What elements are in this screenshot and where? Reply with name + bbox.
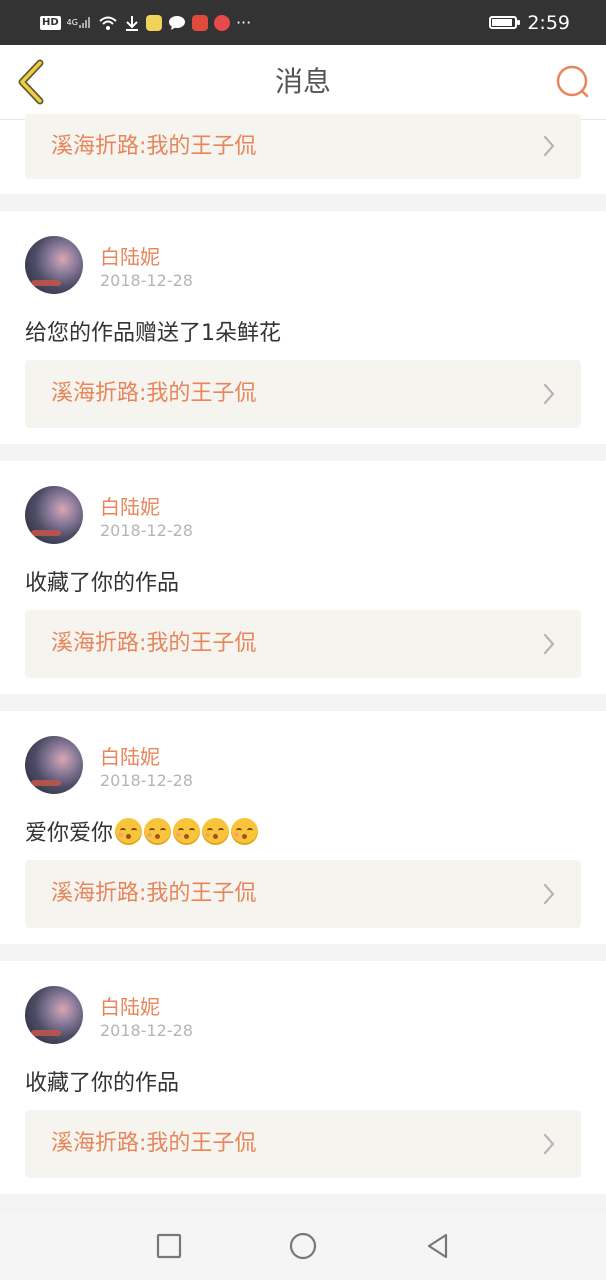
work-link-text: 溪海折路:我的王子侃	[51, 381, 257, 406]
battery-icon	[489, 16, 521, 29]
home-circle-icon[interactable]	[289, 1232, 317, 1260]
avatar[interactable]	[25, 236, 83, 294]
message-text-content: 爱你爱你	[25, 821, 114, 846]
work-link[interactable]: 溪海折路:我的王子侃	[25, 1110, 581, 1178]
kissing-face-icon	[173, 817, 201, 845]
chevron-right-icon	[543, 883, 555, 905]
message-text: 爱你爱你	[25, 815, 259, 847]
chat-icon	[168, 15, 186, 31]
app-header: 消息	[0, 45, 606, 120]
app-icon-1	[145, 14, 162, 31]
message-text: 收藏了你的作品	[25, 1065, 179, 1097]
user-name[interactable]: 白陆妮	[100, 741, 160, 770]
message-card-partial: 溪海折路:我的王子侃	[0, 114, 606, 194]
message-card: 白陆妮 2018-12-28 收藏了你的作品 溪海折路:我的王子侃	[0, 461, 606, 694]
work-link[interactable]: 溪海折路:我的王子侃	[25, 114, 581, 179]
recents-square-icon[interactable]	[155, 1232, 183, 1260]
message-card: 白陆妮 2018-12-28 给您的作品赠送了1朵鲜花 溪海折路:我的王子侃	[0, 211, 606, 444]
work-link-text: 溪海折路:我的王子侃	[51, 1131, 257, 1156]
message-text-content: 收藏了你的作品	[25, 1071, 180, 1096]
chevron-right-icon	[543, 1133, 555, 1155]
wifi-icon	[98, 15, 118, 31]
message-feed[interactable]: 溪海折路:我的王子侃 白陆妮 2018-12-28 给您的作品赠送了1朵鲜花 溪…	[0, 114, 606, 1194]
back-triangle-icon[interactable]	[424, 1232, 452, 1260]
message-date: 2018-12-28	[100, 771, 193, 790]
message-text: 给您的作品赠送了1朵鲜花	[25, 315, 281, 347]
message-card: 白陆妮 2018-12-28 收藏了你的作品 溪海折路:我的王子侃	[0, 961, 606, 1194]
status-bar: HD 4G ··· 2:59	[0, 0, 606, 45]
work-link[interactable]: 溪海折路:我的王子侃	[25, 610, 581, 678]
kissing-face-icon	[115, 817, 143, 845]
chevron-right-icon	[543, 383, 555, 405]
avatar[interactable]	[25, 486, 83, 544]
message-card: 白陆妮 2018-12-28 爱你爱你 溪海折路:我的王子侃	[0, 711, 606, 944]
work-link-text: 溪海折路:我的王子侃	[51, 881, 257, 906]
system-nav-bar	[0, 1212, 606, 1280]
avatar[interactable]	[25, 736, 83, 794]
search-button[interactable]	[554, 63, 592, 101]
user-name[interactable]: 白陆妮	[100, 241, 160, 270]
chevron-right-icon	[543, 135, 555, 157]
kissing-face-icon	[202, 817, 230, 845]
signal-icon: 4G	[67, 15, 92, 31]
kissing-face-icon	[231, 817, 259, 845]
status-time: 2:59	[527, 11, 570, 34]
network-label: 4G	[66, 17, 78, 27]
user-name[interactable]: 白陆妮	[100, 491, 160, 520]
app-icon-3	[213, 14, 230, 31]
work-link[interactable]: 溪海折路:我的王子侃	[25, 860, 581, 928]
message-date: 2018-12-28	[100, 1021, 193, 1040]
emoji-row	[115, 817, 259, 845]
download-icon	[124, 15, 140, 31]
chevron-right-icon	[543, 633, 555, 655]
page-title: 消息	[274, 65, 331, 98]
status-bar-right: 2:59	[489, 0, 570, 45]
message-text-content: 给您的作品赠送了1朵鲜花	[25, 321, 281, 346]
work-link-text: 溪海折路:我的王子侃	[51, 631, 257, 656]
message-date: 2018-12-28	[100, 271, 193, 290]
message-date: 2018-12-28	[100, 521, 193, 540]
app-icon-2	[191, 14, 208, 31]
work-link-text: 溪海折路:我的王子侃	[51, 134, 257, 159]
avatar[interactable]	[25, 986, 83, 1044]
user-name[interactable]: 白陆妮	[100, 991, 160, 1020]
status-bar-left: HD 4G ···	[40, 0, 251, 45]
more-icon: ···	[235, 12, 252, 32]
hd-icon: HD	[40, 15, 61, 30]
work-link[interactable]: 溪海折路:我的王子侃	[25, 360, 581, 428]
message-text-content: 收藏了你的作品	[25, 571, 180, 596]
kissing-face-icon	[144, 817, 172, 845]
search-icon	[556, 65, 589, 98]
message-text: 收藏了你的作品	[25, 565, 179, 597]
